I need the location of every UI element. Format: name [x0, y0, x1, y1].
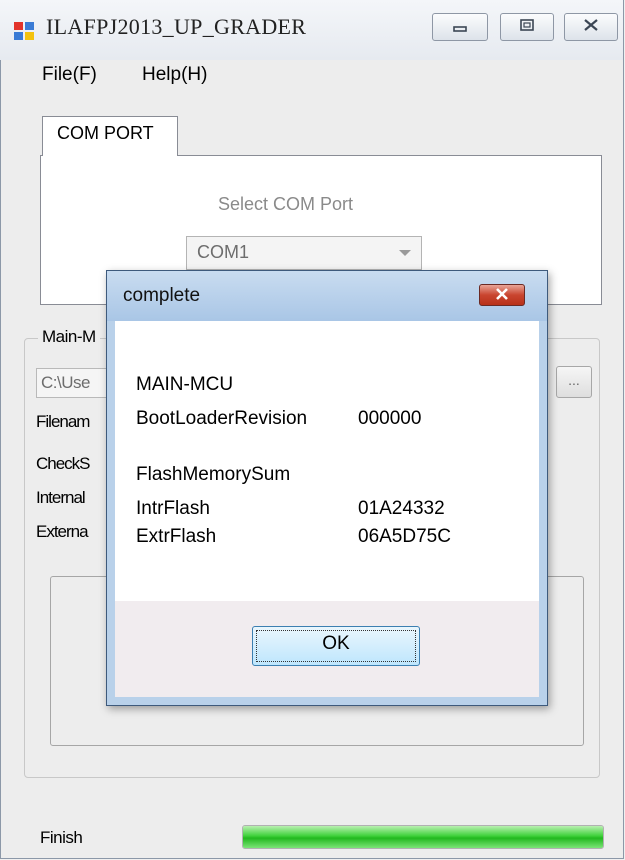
internal-label: Internal — [36, 488, 86, 507]
minimize-button[interactable] — [432, 13, 488, 41]
dialog-heading: MAIN-MCU — [136, 374, 234, 395]
dialog-close-button[interactable] — [479, 284, 525, 306]
close-button[interactable] — [564, 13, 618, 41]
extr-flash-label: ExtrFlash — [136, 526, 217, 547]
tab-com-port[interactable]: COM PORT — [42, 116, 178, 156]
app-icon — [12, 18, 38, 44]
maximize-icon — [519, 16, 535, 38]
dialog-close-icon — [494, 284, 510, 306]
groupbox-title: Main-M — [38, 327, 100, 347]
browse-button[interactable]: ... — [556, 366, 592, 398]
external-label: Externa — [36, 522, 89, 541]
extr-flash-value: 06A5D75C — [358, 526, 451, 547]
filename-label: Filenam — [36, 412, 90, 431]
flash-heading: FlashMemorySum — [136, 464, 291, 485]
intr-flash-value: 01A24332 — [358, 498, 445, 519]
menu-help[interactable]: Help(H) — [142, 64, 207, 86]
dialog-title: complete — [123, 285, 201, 306]
minimize-icon — [452, 16, 468, 38]
progress-bar — [242, 825, 604, 849]
close-icon — [582, 16, 600, 38]
dropdown-arrow-icon — [399, 250, 411, 256]
maximize-button[interactable] — [500, 13, 554, 41]
status-label: Finish — [40, 828, 83, 847]
checksum-label: CheckS — [36, 454, 91, 473]
bootloader-label: BootLoaderRevision — [136, 408, 308, 429]
bootloader-value: 000000 — [358, 408, 422, 429]
com-port-dropdown[interactable]: COM1 — [186, 236, 422, 270]
ok-button[interactable]: OK — [252, 626, 420, 666]
select-com-port-label: Select COM Port — [218, 194, 354, 214]
dialog-body — [115, 321, 539, 601]
window-title: ILAFPJ2013_UP_GRADER — [46, 14, 307, 39]
menu-file[interactable]: File(F) — [42, 64, 97, 86]
progress-fill — [243, 826, 603, 848]
com-port-value: COM1 — [197, 242, 250, 262]
file-path-input[interactable]: C:\Use — [36, 368, 116, 398]
intr-flash-label: IntrFlash — [136, 498, 210, 519]
